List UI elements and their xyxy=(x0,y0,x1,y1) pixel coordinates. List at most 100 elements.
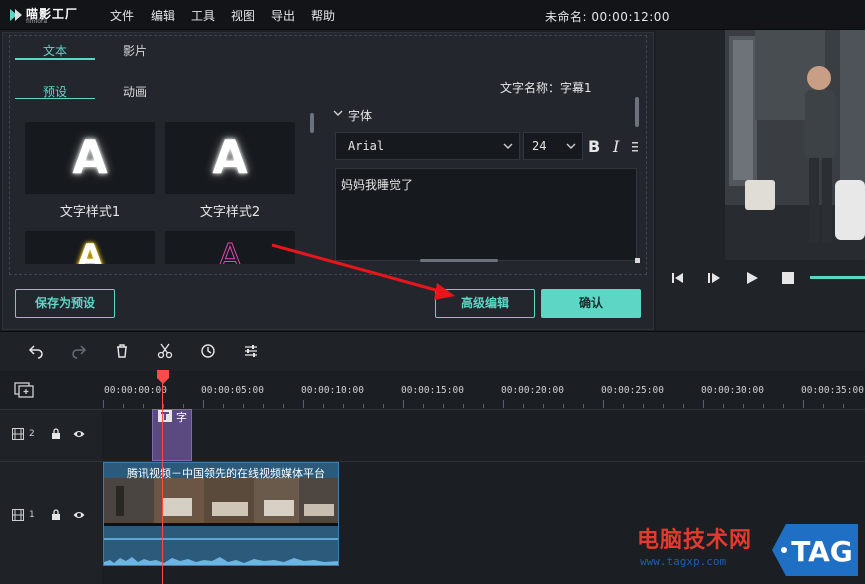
font-size-value: 24 xyxy=(532,139,547,153)
ruler-tick-label: 00:00:35:00 xyxy=(801,385,864,396)
track-1-name: 1 xyxy=(29,510,35,520)
font-family-value: Arial xyxy=(348,139,385,153)
ruler-tick xyxy=(183,404,184,408)
ruler-tick xyxy=(203,400,204,408)
ruler-tick xyxy=(263,404,264,408)
play-icon[interactable] xyxy=(744,270,760,286)
watermark-url: www.tagxp.com xyxy=(640,555,727,568)
ruler-tick xyxy=(763,404,764,408)
ruler-tick-label: 00:00:25:00 xyxy=(601,385,664,396)
film-track-icon xyxy=(12,428,24,440)
ruler-tick xyxy=(823,404,824,408)
playhead[interactable] xyxy=(162,371,163,584)
ruler-tick xyxy=(523,404,524,408)
project-title: 未命名: 00:00:12:00 xyxy=(545,10,671,24)
redo-icon[interactable] xyxy=(71,343,87,359)
volume-slider[interactable] xyxy=(810,276,865,279)
subtitle-clip-label: 字 xyxy=(176,411,187,424)
save-preset-button[interactable]: 保存为预设 xyxy=(15,289,115,318)
font-section-label: 字体 xyxy=(348,109,373,123)
ruler-tick xyxy=(703,400,704,408)
ruler-tick xyxy=(103,400,104,408)
ruler-tick-label: 00:00:05:00 xyxy=(201,385,264,396)
playhead-handle[interactable] xyxy=(156,370,170,384)
menu-edit[interactable]: 编辑 xyxy=(151,7,175,24)
ruler-tick xyxy=(683,404,684,408)
text-area-scrollbar[interactable] xyxy=(420,259,498,262)
resize-handle[interactable] xyxy=(635,258,640,263)
chevron-down-icon[interactable] xyxy=(333,108,343,118)
font-size-select[interactable]: 24 xyxy=(523,132,583,160)
ruler-tick xyxy=(483,404,484,408)
add-track-icon[interactable] xyxy=(14,382,34,398)
split-icon[interactable] xyxy=(157,343,173,359)
menu-view[interactable]: 视图 xyxy=(231,7,255,24)
ruler-tick xyxy=(423,404,424,408)
app-logo: 喵影工厂 filmora xyxy=(8,5,94,27)
ruler-tick xyxy=(463,404,464,408)
preset-style-2[interactable]: A xyxy=(165,122,295,194)
ruler-tick xyxy=(403,400,404,408)
font-family-select[interactable]: Arial xyxy=(335,132,520,160)
ruler-tick xyxy=(563,404,564,408)
subtitle-text-area[interactable]: 妈妈我睡觉了 xyxy=(335,168,637,261)
tab-animation[interactable]: 动画 xyxy=(95,83,175,100)
confirm-button[interactable]: 确认 xyxy=(541,289,641,318)
ruler-tick-label: 00:00:30:00 xyxy=(701,385,764,396)
undo-icon[interactable] xyxy=(28,343,44,359)
menu-export[interactable]: 导出 xyxy=(271,7,295,24)
adjust-icon[interactable] xyxy=(243,343,259,359)
ruler-tick xyxy=(343,404,344,408)
tab-preset-underline xyxy=(15,98,95,99)
preset-style-2-glyph: A xyxy=(212,130,248,184)
eye-icon[interactable] xyxy=(73,428,85,440)
ruler-tick xyxy=(843,404,844,408)
ruler-tick xyxy=(723,404,724,408)
menu-tools[interactable]: 工具 xyxy=(191,7,215,24)
delete-icon[interactable] xyxy=(114,343,130,359)
speed-clock-icon[interactable] xyxy=(200,343,216,359)
ruler-tick xyxy=(803,400,804,408)
menu-help[interactable]: 帮助 xyxy=(311,7,335,24)
preset-scrollbar[interactable] xyxy=(310,113,314,133)
ruler-tick-label: 00:00:20:00 xyxy=(501,385,564,396)
preset-style-4[interactable]: A xyxy=(165,231,295,264)
eye-icon[interactable] xyxy=(73,509,85,521)
prev-frame-icon[interactable] xyxy=(670,270,686,286)
lock-icon[interactable] xyxy=(50,509,62,521)
settings-scrollbar[interactable] xyxy=(635,97,639,127)
bold-button[interactable]: B xyxy=(588,137,600,156)
track-2-name: 2 xyxy=(29,429,35,439)
chevron-down-icon xyxy=(566,143,576,149)
audio-waveform xyxy=(104,557,338,565)
next-frame-icon[interactable] xyxy=(706,270,722,286)
menu-file[interactable]: 文件 xyxy=(110,7,134,24)
logo-mark-icon xyxy=(10,9,22,21)
film-track-icon xyxy=(12,509,24,521)
watermark-tag-badge: TAG xyxy=(772,524,858,576)
ruler-tick xyxy=(503,400,504,408)
align-icon[interactable] xyxy=(632,141,638,153)
ruler-tick xyxy=(223,404,224,408)
lock-icon[interactable] xyxy=(50,428,62,440)
italic-button[interactable]: I xyxy=(613,137,619,156)
video-clip-thumbnails xyxy=(104,478,338,523)
preset-style-2-label: 文字样式2 xyxy=(199,205,261,220)
preset-style-4-glyph: A xyxy=(218,237,242,265)
chevron-down-icon xyxy=(503,143,513,149)
stop-icon[interactable] xyxy=(780,270,796,286)
ruler-tick xyxy=(543,404,544,408)
preset-style-1[interactable]: A xyxy=(25,122,155,194)
ruler-tick xyxy=(123,404,124,408)
ruler-tick-label: 00:00:00:00 xyxy=(104,385,167,396)
preset-style-1-label: 文字样式1 xyxy=(59,205,121,220)
ruler-tick xyxy=(323,404,324,408)
ruler-tick xyxy=(243,404,244,408)
ruler-tick xyxy=(643,404,644,408)
preset-style-3[interactable]: A xyxy=(25,231,155,264)
advanced-edit-button[interactable]: 高级编辑 xyxy=(435,289,535,318)
text-name: 文字名称：字幕1 xyxy=(500,81,592,95)
ruler-tick xyxy=(743,404,744,408)
ruler-tick xyxy=(663,404,664,408)
ruler-tick xyxy=(303,400,304,408)
